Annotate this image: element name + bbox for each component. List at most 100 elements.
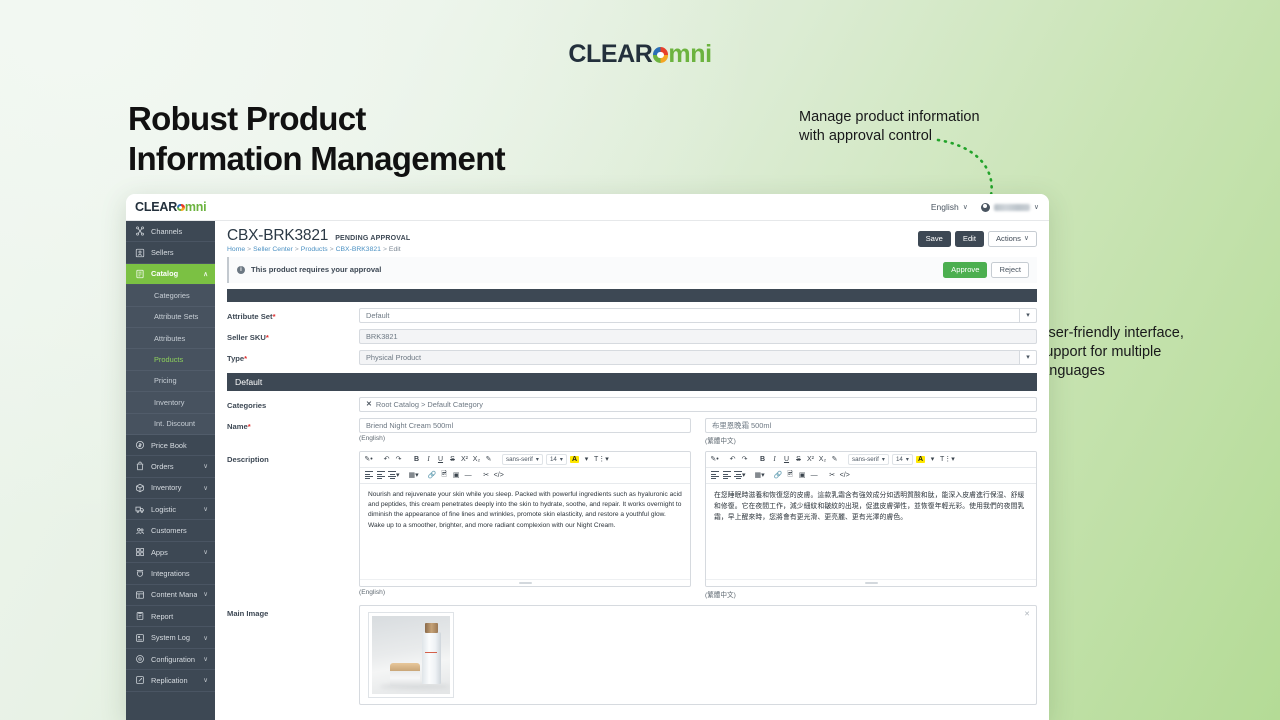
sidebar-item-inventory-sub[interactable]: Inventory: [126, 392, 215, 414]
image-icon[interactable]: 🖻: [439, 470, 450, 481]
highlight-color-icon[interactable]: A: [915, 454, 926, 465]
undo-icon[interactable]: ↶: [381, 454, 392, 465]
sidebar-item-apps[interactable]: Apps ∨: [126, 542, 215, 564]
italic-icon[interactable]: I: [423, 454, 434, 465]
sidebar-item-replication[interactable]: Replication ∨: [126, 670, 215, 692]
name-chinese-input[interactable]: 布里恩晚霜 500ml: [705, 417, 1037, 433]
sidebar-item-catalog[interactable]: Catalog ∧: [126, 263, 215, 286]
sidebar-item-attributes[interactable]: Attributes: [126, 327, 215, 350]
rich-text-editor-english[interactable]: ✎• ↶ ↷ B I U S X² X₂ ✎ sans-serif ▾ 14 ▾…: [359, 450, 691, 587]
image-icon[interactable]: 🖻: [785, 470, 796, 481]
font-family-select[interactable]: sans-serif ▾: [502, 453, 543, 465]
chevron-down-icon[interactable]: ▾: [1020, 349, 1037, 365]
cut-icon[interactable]: ✂: [481, 470, 492, 481]
table-icon[interactable]: ▦▾: [754, 470, 766, 481]
bullet-list-icon[interactable]: [709, 470, 720, 481]
video-icon[interactable]: ▣: [797, 470, 808, 481]
sidebar-item-attribute-sets[interactable]: Attribute Sets: [126, 306, 215, 328]
close-icon[interactable]: ✕: [366, 400, 372, 408]
font-size-select[interactable]: 14 ▾: [891, 453, 913, 465]
breadcrumb-home[interactable]: Home: [227, 246, 245, 253]
main-image-panel[interactable]: ✕: [359, 604, 1037, 705]
sidebar-item-sellers[interactable]: Sellers: [126, 242, 215, 264]
format-painter-icon[interactable]: ✎•: [363, 454, 374, 465]
undo-icon[interactable]: ↶: [727, 454, 738, 465]
categories-field[interactable]: ✕ Root Catalog > Default Category: [359, 396, 1037, 412]
cut-icon[interactable]: ✂: [827, 470, 838, 481]
table-icon[interactable]: ▦▾: [408, 470, 420, 481]
language-selector[interactable]: English ∨: [931, 202, 968, 212]
clear-format-icon[interactable]: ✎: [483, 454, 494, 465]
sidebar-item-channels[interactable]: Channels: [126, 221, 215, 243]
bullet-list-icon[interactable]: [363, 470, 374, 481]
seller-sku-input[interactable]: BRK3821: [359, 328, 1037, 344]
sidebar-item-price-book[interactable]: Price Book: [126, 435, 215, 457]
sidebar-item-products[interactable]: Products: [126, 349, 215, 371]
align-icon[interactable]: ▾: [387, 470, 401, 481]
underline-icon[interactable]: U: [435, 454, 446, 465]
superscript-icon[interactable]: X²: [805, 454, 816, 465]
chevron-down-icon[interactable]: ▾: [1020, 307, 1037, 323]
type-value[interactable]: Physical Product: [359, 349, 1020, 365]
numbered-list-icon[interactable]: [375, 470, 386, 481]
actions-button[interactable]: Actions ∨: [987, 231, 1037, 247]
sidebar-item-configuration[interactable]: Configuration ∨: [126, 649, 215, 671]
sidebar-item-logistic[interactable]: Logistic ∨: [126, 499, 215, 521]
strikethrough-icon[interactable]: S: [793, 454, 804, 465]
sidebar-item-int-discount[interactable]: Int. Discount: [126, 413, 215, 435]
underline-icon[interactable]: U: [781, 454, 792, 465]
source-code-icon[interactable]: </>: [493, 470, 505, 481]
breadcrumb-sku[interactable]: CBX-BRK3821: [336, 246, 381, 253]
reject-button[interactable]: Reject: [991, 262, 1029, 278]
source-code-icon[interactable]: </>: [839, 470, 851, 481]
highlight-color-icon[interactable]: A: [569, 454, 580, 465]
superscript-icon[interactable]: X²: [459, 454, 470, 465]
attribute-set-value[interactable]: Default: [359, 307, 1020, 323]
subscript-icon[interactable]: X₂: [471, 454, 482, 465]
sidebar-item-pricing[interactable]: Pricing: [126, 370, 215, 393]
font-size-select[interactable]: 14 ▾: [545, 453, 567, 465]
type-select[interactable]: Physical Product ▾: [359, 349, 1037, 365]
description-english-body[interactable]: Nourish and rejuvenate your skin while y…: [360, 484, 690, 579]
sidebar-item-content-manager[interactable]: Content Manager ∨: [126, 585, 215, 607]
align-icon[interactable]: ▾: [733, 470, 747, 481]
breadcrumb-seller-center[interactable]: Seller Center: [253, 246, 293, 253]
sidebar-item-integrations[interactable]: Integrations: [126, 563, 215, 585]
breadcrumb-products[interactable]: Products: [301, 246, 328, 253]
bold-icon[interactable]: B: [757, 454, 768, 465]
bold-icon[interactable]: B: [411, 454, 422, 465]
text-color-icon[interactable]: T⋮▾: [593, 454, 610, 465]
font-family-select[interactable]: sans-serif ▾: [848, 453, 889, 465]
sidebar-item-report[interactable]: Report: [126, 606, 215, 628]
clear-format-icon[interactable]: ✎: [829, 454, 840, 465]
sidebar-item-customers[interactable]: Customers: [126, 520, 215, 542]
subscript-icon[interactable]: X₂: [817, 454, 828, 465]
strikethrough-icon[interactable]: S: [447, 454, 458, 465]
horizontal-rule-icon[interactable]: —: [463, 470, 474, 481]
attribute-set-select[interactable]: Default ▾: [359, 307, 1037, 323]
sidebar-item-orders[interactable]: Orders ∨: [126, 456, 215, 478]
redo-icon[interactable]: ↷: [739, 454, 750, 465]
close-icon[interactable]: ✕: [1024, 610, 1030, 618]
text-color-icon[interactable]: T⋮▾: [939, 454, 956, 465]
format-painter-icon[interactable]: ✎•: [709, 454, 720, 465]
app-logo[interactable]: CLEAR mni: [135, 200, 207, 214]
link-icon[interactable]: 🔗: [773, 470, 784, 481]
save-button[interactable]: Save: [917, 231, 951, 247]
video-icon[interactable]: ▣: [451, 470, 462, 481]
name-english-input[interactable]: Briend Night Cream 500ml: [359, 417, 691, 433]
link-icon[interactable]: 🔗: [427, 470, 438, 481]
main-image-thumbnail[interactable]: [368, 611, 454, 698]
description-chinese-body[interactable]: 在您睡眠時滋養和恢復您的皮膚。這款乳霜含有強效成分如透明質酸和肽，能深入皮膚進行…: [706, 484, 1036, 579]
edit-button[interactable]: Edit: [954, 231, 984, 247]
sidebar-item-inventory[interactable]: Inventory ∨: [126, 478, 215, 500]
editor-resize-handle-zh[interactable]: [706, 578, 1036, 586]
sidebar-item-system-log[interactable]: System Log ∨: [126, 627, 215, 649]
form-scroll-area[interactable]: Attribute Set* Default ▾ Seller SKU* BRK…: [215, 302, 1049, 720]
italic-icon[interactable]: I: [769, 454, 780, 465]
horizontal-rule-icon[interactable]: —: [809, 470, 820, 481]
chevron-down-icon[interactable]: ▾: [581, 454, 592, 465]
user-account-menu[interactable]: ∨: [980, 202, 1039, 212]
chevron-down-icon[interactable]: ▾: [927, 454, 938, 465]
rich-text-editor-chinese[interactable]: ✎• ↶ ↷ B I U S X² X₂ ✎ sans-serif ▾ 14 ▾…: [705, 450, 1037, 587]
